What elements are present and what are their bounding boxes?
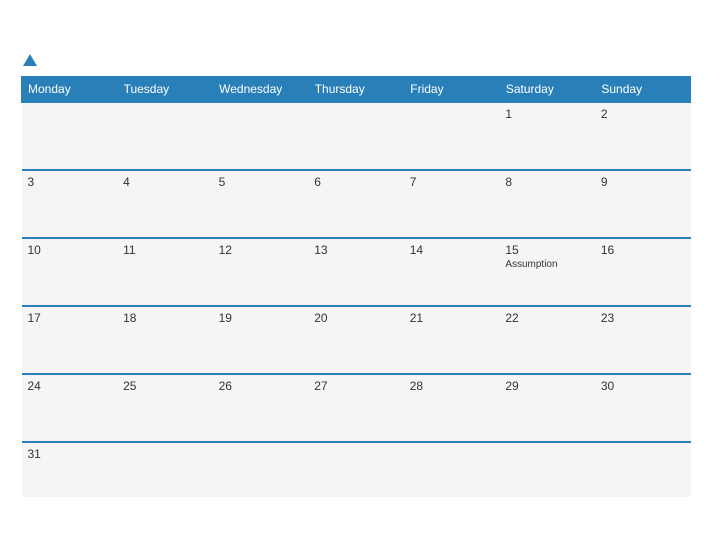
weekday-header-thursday: Thursday	[308, 76, 404, 102]
calendar-cell: 18	[117, 306, 213, 374]
day-number: 18	[123, 311, 207, 325]
day-number: 14	[410, 243, 494, 257]
week-row-4: 17 18 19 20 21 22 23	[22, 306, 691, 374]
calendar-cell: 22	[499, 306, 595, 374]
calendar-cell: 15 Assumption	[499, 238, 595, 306]
day-number: 24	[28, 379, 112, 393]
calendar-cell: 2	[595, 102, 691, 170]
calendar-cell: 8	[499, 170, 595, 238]
day-number: 25	[123, 379, 207, 393]
calendar-cell: 11	[117, 238, 213, 306]
week-row-2: 3456789	[22, 170, 691, 238]
weekday-header-tuesday: Tuesday	[117, 76, 213, 102]
day-number: 1	[505, 107, 589, 121]
weekday-header-wednesday: Wednesday	[213, 76, 309, 102]
calendar-cell	[499, 442, 595, 497]
day-number: 9	[601, 175, 685, 189]
calendar-cell	[117, 442, 213, 497]
calendar-cell	[404, 442, 500, 497]
week-row-1: 12	[22, 102, 691, 170]
calendar-cell: 29	[499, 374, 595, 442]
calendar-cell: 7	[404, 170, 500, 238]
calendar-cell: 17	[22, 306, 118, 374]
day-number: 10	[28, 243, 112, 257]
day-number: 16	[601, 243, 685, 257]
calendar-cell: 5	[213, 170, 309, 238]
calendar-cell: 24	[22, 374, 118, 442]
day-number: 29	[505, 379, 589, 393]
calendar-cell: 9	[595, 170, 691, 238]
calendar-cell	[308, 102, 404, 170]
logo-triangle-icon	[23, 54, 37, 66]
day-number: 23	[601, 311, 685, 325]
calendar-cell: 23	[595, 306, 691, 374]
calendar-grid: MondayTuesdayWednesdayThursdayFridaySatu…	[21, 76, 691, 497]
calendar-cell: 13	[308, 238, 404, 306]
weekday-header-saturday: Saturday	[499, 76, 595, 102]
calendar-cell	[308, 442, 404, 497]
day-number: 30	[601, 379, 685, 393]
calendar-cell: 26	[213, 374, 309, 442]
calendar-cell: 21	[404, 306, 500, 374]
week-row-3: 10 11 12 13 14 15 Assumption 16	[22, 238, 691, 306]
calendar-cell: 12	[213, 238, 309, 306]
day-number: 3	[28, 175, 112, 189]
day-number: 5	[219, 175, 303, 189]
weekday-header-friday: Friday	[404, 76, 500, 102]
calendar-cell	[404, 102, 500, 170]
day-number: 31	[28, 447, 112, 461]
calendar-header	[21, 54, 691, 68]
calendar-cell: 25	[117, 374, 213, 442]
calendar-cell	[213, 442, 309, 497]
week-row-6: 31	[22, 442, 691, 497]
calendar-cell	[595, 442, 691, 497]
day-number: 4	[123, 175, 207, 189]
day-number: 13	[314, 243, 398, 257]
day-number: 15	[505, 243, 589, 257]
weekday-header-monday: Monday	[22, 76, 118, 102]
calendar-cell: 31	[22, 442, 118, 497]
day-number: 26	[219, 379, 303, 393]
day-event: Assumption	[505, 259, 589, 270]
calendar-cell: 1	[499, 102, 595, 170]
calendar-cell: 6	[308, 170, 404, 238]
calendar-cell: 27	[308, 374, 404, 442]
calendar-cell: 30	[595, 374, 691, 442]
day-number: 28	[410, 379, 494, 393]
day-number: 7	[410, 175, 494, 189]
calendar-cell: 20	[308, 306, 404, 374]
calendar-cell: 3	[22, 170, 118, 238]
calendar-cell: 19	[213, 306, 309, 374]
calendar-cell: 4	[117, 170, 213, 238]
weekday-header-row: MondayTuesdayWednesdayThursdayFridaySatu…	[22, 76, 691, 102]
calendar-cell	[22, 102, 118, 170]
calendar-cell	[213, 102, 309, 170]
day-number: 19	[219, 311, 303, 325]
weekday-header-sunday: Sunday	[595, 76, 691, 102]
day-number: 8	[505, 175, 589, 189]
logo	[21, 54, 37, 68]
calendar-cell	[117, 102, 213, 170]
day-number: 20	[314, 311, 398, 325]
calendar-cell: 28	[404, 374, 500, 442]
day-number: 17	[28, 311, 112, 325]
day-number: 27	[314, 379, 398, 393]
day-number: 21	[410, 311, 494, 325]
day-number: 6	[314, 175, 398, 189]
calendar-cell: 10	[22, 238, 118, 306]
calendar-cell: 14	[404, 238, 500, 306]
calendar-cell: 16	[595, 238, 691, 306]
day-number: 11	[123, 243, 207, 257]
day-number: 22	[505, 311, 589, 325]
week-row-5: 24 25 26 27 28 29 30	[22, 374, 691, 442]
day-number: 2	[601, 107, 685, 121]
calendar-container: MondayTuesdayWednesdayThursdayFridaySatu…	[11, 44, 701, 507]
day-number: 12	[219, 243, 303, 257]
